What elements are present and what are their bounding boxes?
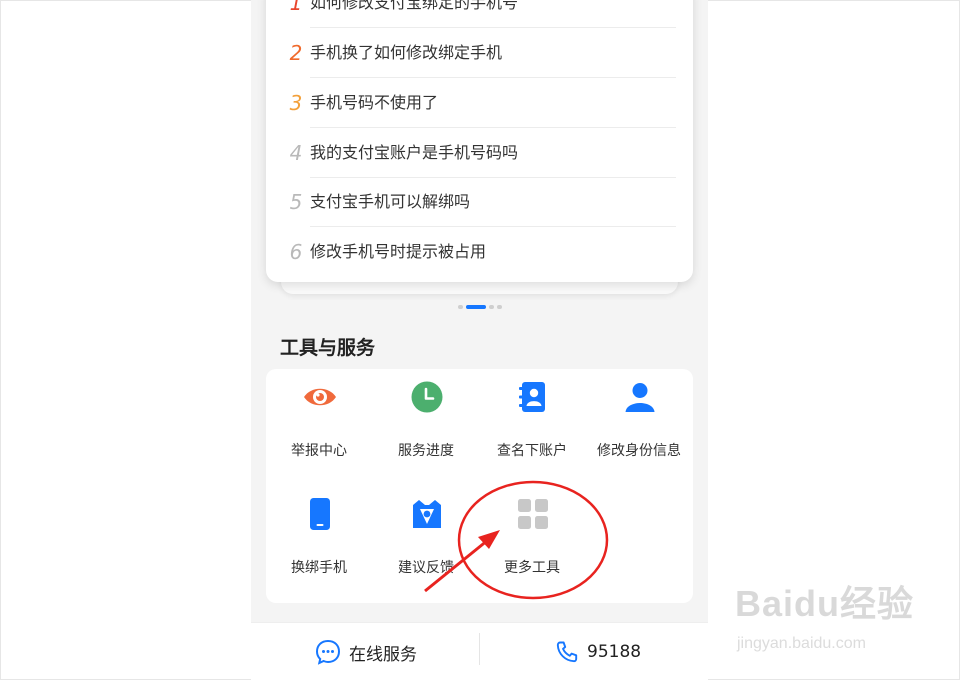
tool-label: 建议反馈 <box>398 560 454 576</box>
faq-rank: 4 <box>289 140 303 165</box>
watermark-url: jingyan.baidu.com <box>737 635 866 652</box>
faq-item[interactable]: 6 修改手机号时提示被占用 <box>284 227 676 276</box>
faq-question: 支付宝手机可以解绑吗 <box>310 177 676 227</box>
faq-rank: 2 <box>289 40 303 65</box>
hotline-number: 95188 <box>587 642 642 662</box>
contact-book-icon <box>519 382 545 412</box>
tool-label: 修改身份信息 <box>597 443 681 459</box>
faq-question: 如何修改支付宝绑定的手机号 <box>310 0 676 28</box>
watermark-logo: Baidu经验 <box>735 583 915 624</box>
faq-question: 手机换了如何修改绑定手机 <box>310 28 676 78</box>
phone-screen: 1 如何修改支付宝绑定的手机号 2 手机换了如何修改绑定手机 3 手机号码不使用… <box>251 0 708 680</box>
faq-rank: 1 <box>289 0 303 15</box>
phone-call-icon <box>556 641 578 663</box>
grid-icon <box>518 499 548 529</box>
pager-dot[interactable] <box>488 305 494 309</box>
online-service-button[interactable]: 在线服务 <box>315 623 417 680</box>
faq-item[interactable]: 3 手机号码不使用了 <box>284 78 676 128</box>
faq-item[interactable]: 1 如何修改支付宝绑定的手机号 <box>284 0 676 28</box>
online-service-label: 在线服务 <box>349 644 417 665</box>
tool-edit-identity[interactable]: 修改身份信息 <box>586 369 692 459</box>
faq-rank: 3 <box>289 90 303 115</box>
tool-label: 举报中心 <box>291 443 347 459</box>
pager-dot[interactable] <box>496 305 502 309</box>
tool-label: 换绑手机 <box>291 560 347 576</box>
faq-rank: 5 <box>289 189 303 214</box>
tools-section-title: 工具与服务 <box>280 337 376 359</box>
hotline-button[interactable]: 95188 <box>555 623 641 680</box>
tool-service-progress[interactable]: 服务进度 <box>373 369 479 459</box>
bottom-bar-divider <box>479 633 480 665</box>
faq-item[interactable]: 4 我的支付宝账户是手机号码吗 <box>284 128 676 178</box>
feedback-icon <box>413 500 441 528</box>
tool-label: 服务进度 <box>398 443 454 459</box>
chat-bubble-icon <box>315 639 341 665</box>
faq-item[interactable]: 5 支付宝手机可以解绑吗 <box>284 177 676 227</box>
faq-question: 手机号码不使用了 <box>310 78 676 128</box>
tool-report-center[interactable]: 举报中心 <box>266 369 372 459</box>
tool-rebind-phone[interactable]: 换绑手机 <box>266 486 372 576</box>
tools-panel: 举报中心 服务进度 查名下账户 修改身份信息 换绑手机 建议反馈 更多工具 <box>266 369 693 603</box>
tool-check-accounts[interactable]: 查名下账户 <box>479 369 585 459</box>
faq-rank: 6 <box>289 239 303 264</box>
tool-feedback[interactable]: 建议反馈 <box>373 486 479 576</box>
eye-icon <box>304 388 336 406</box>
clock-icon <box>411 381 443 413</box>
watermark: Baidu经验 jingyan.baidu.com <box>735 575 915 675</box>
tool-more-tools[interactable]: 更多工具 <box>479 486 585 576</box>
phone-icon <box>310 498 330 530</box>
faq-question: 修改手机号时提示被占用 <box>310 242 487 261</box>
faq-card: 1 如何修改支付宝绑定的手机号 2 手机换了如何修改绑定手机 3 手机号码不使用… <box>266 0 693 282</box>
pager-dot[interactable] <box>457 305 463 309</box>
person-icon <box>625 383 655 412</box>
faq-question: 我的支付宝账户是手机号码吗 <box>310 128 676 178</box>
tool-label: 更多工具 <box>504 560 560 576</box>
pager-dot-active[interactable] <box>465 305 486 309</box>
bottom-bar: 在线服务 95188 <box>251 622 708 680</box>
faq-item[interactable]: 2 手机换了如何修改绑定手机 <box>284 28 676 78</box>
tool-label: 查名下账户 <box>497 443 567 459</box>
carousel-pager <box>251 305 708 309</box>
